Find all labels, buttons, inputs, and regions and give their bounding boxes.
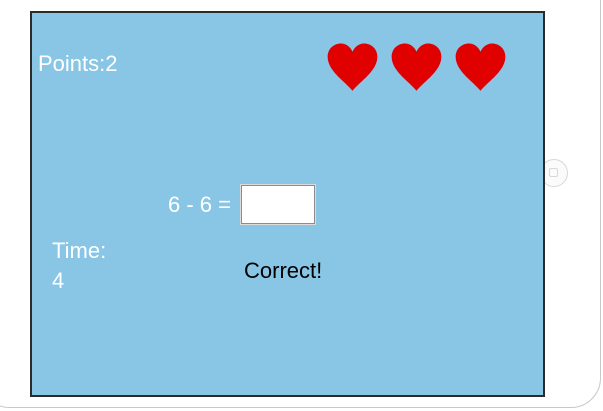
- heart-icon: [327, 43, 378, 91]
- points-label: Points:2: [38, 51, 118, 76]
- time-label: Time:: [52, 238, 107, 263]
- feedback-message: Correct!: [244, 258, 323, 283]
- time-value: 4: [52, 268, 65, 293]
- game-screen: Points:2 6 - 6 = Time: 4 Correct!: [30, 11, 545, 397]
- time-display: Time: 4: [52, 236, 106, 296]
- heart-icon: [455, 43, 506, 91]
- lives-indicator: [326, 41, 507, 94]
- heart-icon: [391, 43, 442, 91]
- answer-input[interactable]: [239, 184, 316, 225]
- question-text: 6 - 6 =: [168, 191, 231, 217]
- home-button-icon: [549, 168, 558, 177]
- question-row: 6 - 6 =: [168, 184, 316, 225]
